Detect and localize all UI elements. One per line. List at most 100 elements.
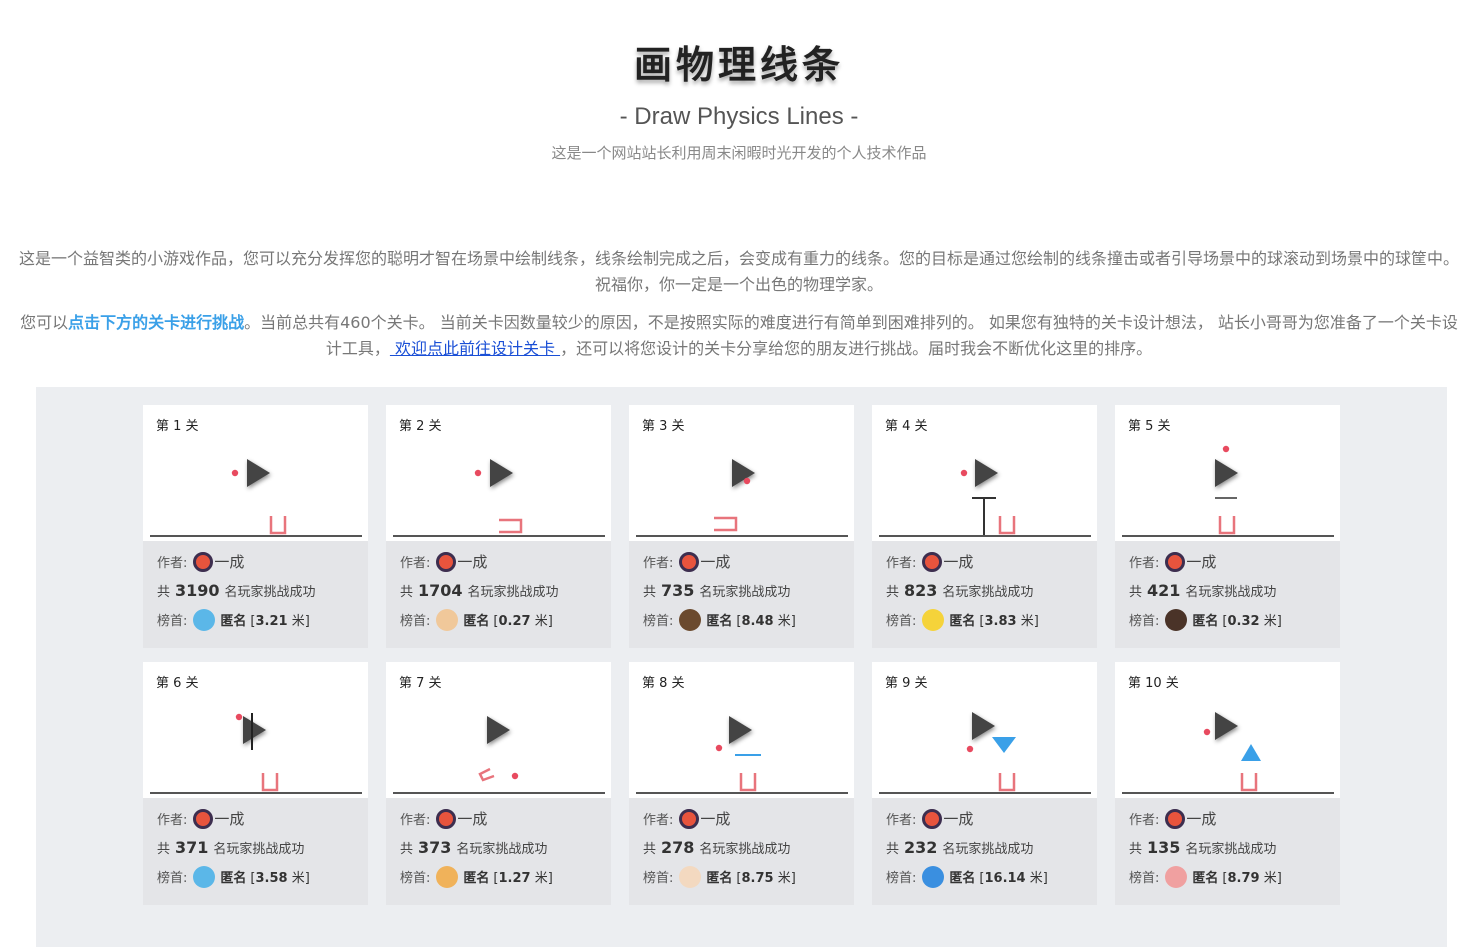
challenge-count: 421 [1147, 581, 1181, 600]
leader-label: 榜首: [1129, 871, 1160, 886]
page-header: 画物理线条 - Draw Physics Lines - 这是一个网站站长利用周… [0, 0, 1478, 164]
level-scene-preview[interactable]: 第 1 关 [143, 405, 368, 541]
level-card[interactable]: 第 4 关 作者: 一成 共 823 名玩家挑战成功 榜首: 匿名 [3.83 … [872, 405, 1097, 648]
level-scene-drawing [879, 459, 1091, 537]
challenge-count: 232 [904, 838, 938, 857]
leader-row: 榜首: 匿名 [0.27 米] [400, 605, 611, 634]
challenge-count-row: 共 232 名玩家挑战成功 [886, 833, 1097, 862]
author-label: 作者: [400, 813, 431, 828]
level-scene-preview[interactable]: 第 6 关 [143, 662, 368, 798]
leader-avatar [679, 608, 702, 631]
level-scene-preview[interactable]: 第 10 关 [1115, 662, 1340, 798]
count-prefix: 共 [400, 585, 414, 600]
level-card[interactable]: 第 3 关 作者: 一成 共 735 名玩家挑战成功 榜首: 匿名 [8.48 … [629, 405, 854, 648]
level-card[interactable]: 第 2 关 作者: 一成 共 1704 名玩家挑战成功 榜首: 匿名 [0.27… [386, 405, 611, 648]
count-prefix: 共 [157, 585, 171, 600]
level-card[interactable]: 第 6 关 作者: 一成 共 371 名玩家挑战成功 榜首: 匿名 [3.58 … [143, 662, 368, 905]
level-info: 作者: 一成 共 135 名玩家挑战成功 榜首: 匿名 [8.79 米] [1115, 798, 1340, 891]
leader-label: 榜首: [643, 614, 674, 629]
leader-row: 榜首: 匿名 [8.75 米] [643, 862, 854, 891]
level-info: 作者: 一成 共 421 名玩家挑战成功 榜首: 匿名 [0.32 米] [1115, 541, 1340, 634]
author-avatar [1165, 551, 1186, 572]
author-name[interactable]: 一成 [943, 808, 973, 829]
author-name[interactable]: 一成 [457, 808, 487, 829]
level-card[interactable]: 第 10 关 作者: 一成 共 135 名玩家挑战成功 榜首: 匿名 [8.79… [1115, 662, 1340, 905]
count-prefix: 共 [1129, 842, 1143, 857]
design-level-link[interactable]: 欢迎点此前往设计关卡 [390, 339, 560, 358]
count-prefix: 共 [886, 585, 900, 600]
leader-score: [3.21 米] [250, 614, 310, 629]
leader-name: 匿名 [220, 871, 247, 886]
count-suffix: 名玩家挑战成功 [224, 585, 316, 600]
challenge-count: 823 [904, 581, 938, 600]
leader-avatar [193, 865, 216, 888]
level-scene-preview[interactable]: 第 4 关 [872, 405, 1097, 541]
author-avatar [922, 808, 943, 829]
author-label: 作者: [643, 813, 674, 828]
leader-label: 榜首: [643, 871, 674, 886]
level-card[interactable]: 第 8 关 作者: 一成 共 278 名玩家挑战成功 榜首: 匿名 [8.75 … [629, 662, 854, 905]
level-scene-drawing [879, 712, 1091, 794]
count-prefix: 共 [886, 842, 900, 857]
author-name[interactable]: 一成 [214, 808, 244, 829]
level-scene-drawing [393, 459, 605, 537]
meter-unit: 米 [777, 871, 791, 886]
level-card[interactable]: 第 1 关 作者: 一成 共 3190 名玩家挑战成功 榜首: 匿名 [3.21… [143, 405, 368, 648]
level-scene-drawing [636, 459, 848, 537]
count-prefix: 共 [643, 842, 657, 857]
level-info: 作者: 一成 共 3190 名玩家挑战成功 榜首: 匿名 [3.21 米] [143, 541, 368, 634]
count-suffix: 名玩家挑战成功 [1185, 842, 1277, 857]
leader-score: [1.27 米] [493, 871, 553, 886]
author-name[interactable]: 一成 [457, 551, 487, 572]
level-scene-preview[interactable]: 第 8 关 [629, 662, 854, 798]
level-info: 作者: 一成 共 371 名玩家挑战成功 榜首: 匿名 [3.58 米] [143, 798, 368, 891]
leader-name: 匿名 [1192, 871, 1219, 886]
level-scene-preview[interactable]: 第 5 关 [1115, 405, 1340, 541]
author-label: 作者: [157, 813, 188, 828]
author-name[interactable]: 一成 [700, 808, 730, 829]
leader-row: 榜首: 匿名 [0.32 米] [1129, 605, 1340, 634]
author-label: 作者: [1129, 813, 1160, 828]
leader-score: [8.75 米] [736, 871, 796, 886]
page-subtitle: - Draw Physics Lines - [619, 103, 859, 130]
leader-name: 匿名 [706, 614, 733, 629]
level-scene-preview[interactable]: 第 9 关 [872, 662, 1097, 798]
author-label: 作者: [886, 556, 917, 571]
leader-score: [8.79 米] [1222, 871, 1282, 886]
level-card[interactable]: 第 5 关 作者: 一成 共 421 名玩家挑战成功 榜首: 匿名 [0.32 … [1115, 405, 1340, 648]
level-card[interactable]: 第 7 关 作者: 一成 共 373 名玩家挑战成功 榜首: 匿名 [1.27 … [386, 662, 611, 905]
author-label: 作者: [1129, 556, 1160, 571]
author-label: 作者: [157, 556, 188, 571]
leader-row: 榜首: 匿名 [8.79 米] [1129, 862, 1340, 891]
author-name[interactable]: 一成 [943, 551, 973, 572]
level-scene-preview[interactable]: 第 2 关 [386, 405, 611, 541]
leader-score-value: 3.21 [255, 614, 288, 629]
leader-name: 匿名 [220, 614, 247, 629]
leader-row: 榜首: 匿名 [8.48 米] [643, 605, 854, 634]
intro-section: 这是一个益智类的小游戏作品，您可以充分发挥您的聪明才智在场景中绘制线条，线条绘制… [19, 246, 1459, 362]
page-title: 画物理线条 [633, 43, 844, 87]
author-row: 作者: 一成 [886, 804, 1097, 833]
author-name[interactable]: 一成 [214, 551, 244, 572]
challenge-levels-link[interactable]: 点击下方的关卡进行挑战 [68, 313, 244, 332]
leader-score: [3.58 米] [250, 871, 310, 886]
level-scene-preview[interactable]: 第 3 关 [629, 405, 854, 541]
author-row: 作者: 一成 [1129, 547, 1340, 576]
intro-text-a: 您可以 [20, 313, 69, 332]
author-name[interactable]: 一成 [700, 551, 730, 572]
leader-score: [0.32 米] [1222, 614, 1282, 629]
author-name[interactable]: 一成 [1186, 808, 1216, 829]
levels-grid: 第 1 关 作者: 一成 共 3190 名玩家挑战成功 榜首: 匿名 [3.21… [143, 405, 1343, 905]
leader-score: [8.48 米] [736, 614, 796, 629]
level-card[interactable]: 第 9 关 作者: 一成 共 232 名玩家挑战成功 榜首: 匿名 [16.14… [872, 662, 1097, 905]
author-avatar [679, 808, 700, 829]
leader-row: 榜首: 匿名 [3.83 米] [886, 605, 1097, 634]
author-label: 作者: [643, 556, 674, 571]
intro-text-c: ，还可以将您设计的关卡分享给您的朋友进行挑战。届时我会不断优化这里的排序。 [560, 339, 1153, 358]
level-scene-preview[interactable]: 第 7 关 [386, 662, 611, 798]
challenge-count: 373 [418, 838, 452, 857]
author-name[interactable]: 一成 [1186, 551, 1216, 572]
count-suffix: 名玩家挑战成功 [1185, 585, 1277, 600]
count-suffix: 名玩家挑战成功 [456, 842, 548, 857]
author-avatar [436, 551, 457, 572]
